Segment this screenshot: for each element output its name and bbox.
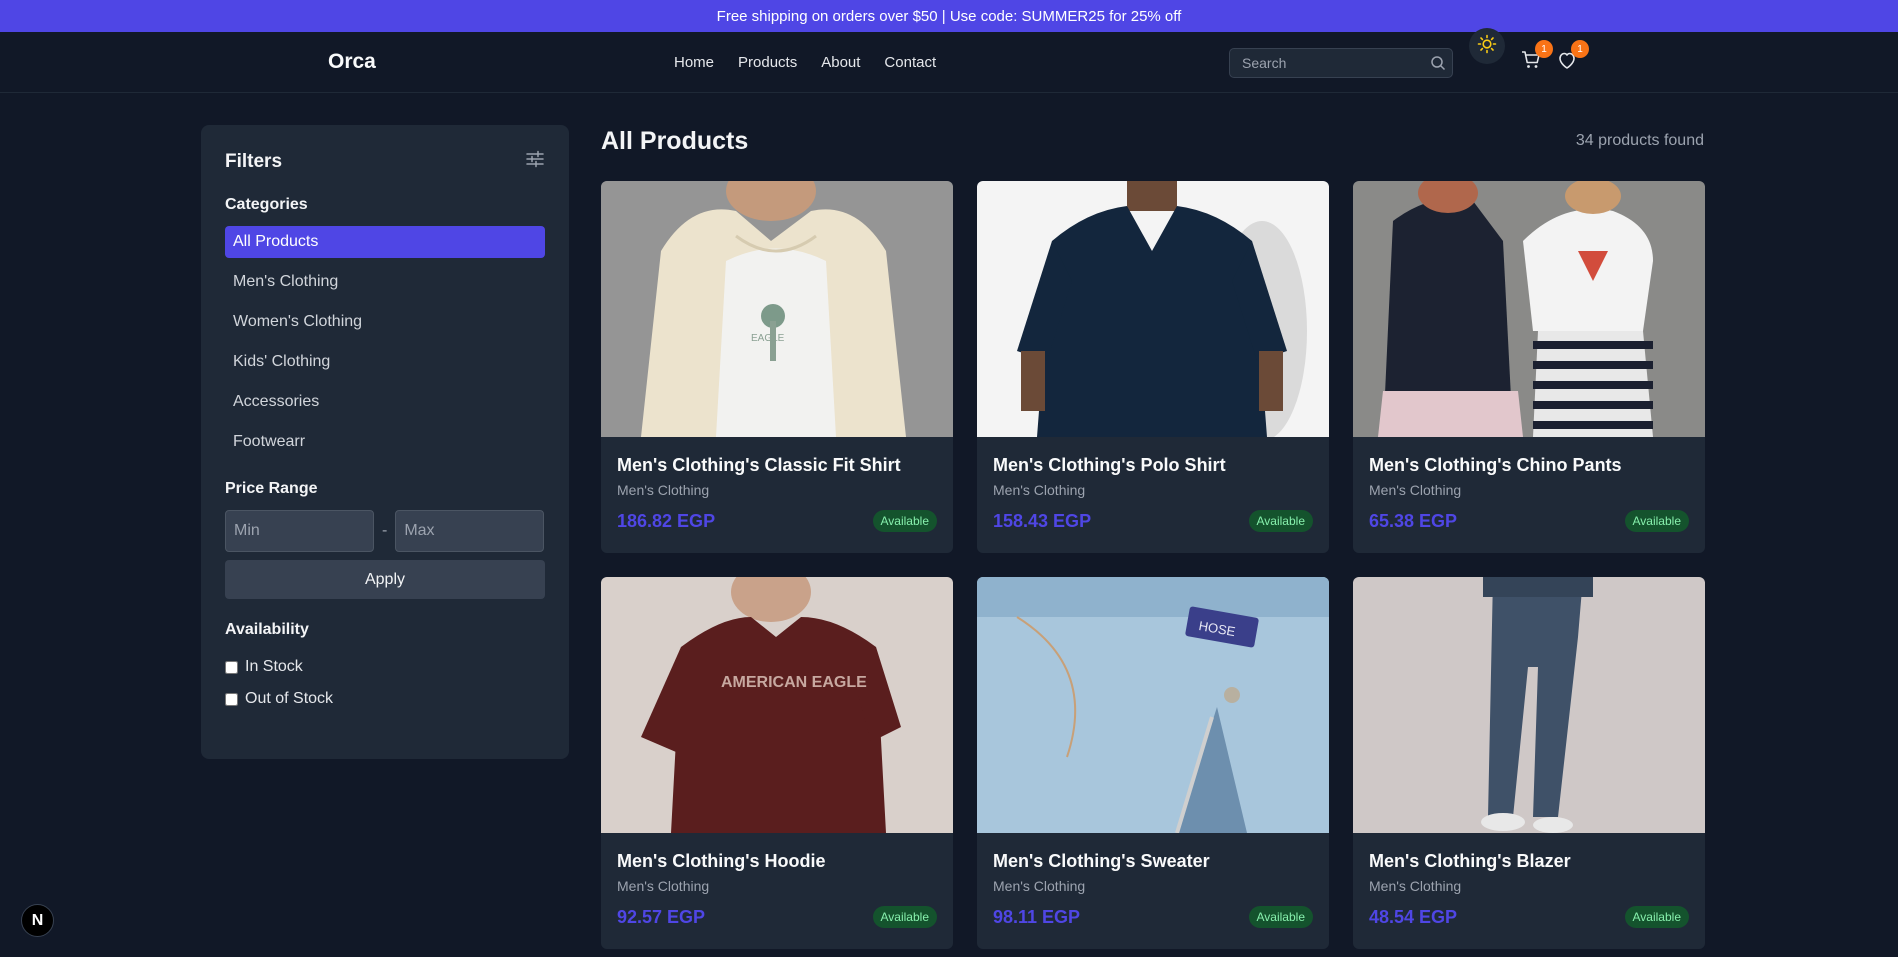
product-card[interactable]: Men's Clothing's Blazer Men's Clothing 4… (1353, 577, 1705, 949)
category-all-products[interactable]: All Products (225, 226, 545, 258)
product-image[interactable] (977, 181, 1329, 437)
filters-panel: Filters Categories All Products Men's Cl… (201, 125, 569, 759)
product-card[interactable]: Men's Clothing's Polo Shirt Men's Clothi… (977, 181, 1329, 553)
product-card[interactable]: Men's Clothing's Chino Pants Men's Cloth… (1353, 181, 1705, 553)
availability-badge: Available (1248, 906, 1313, 928)
filters-title: Filters (225, 150, 283, 172)
product-image[interactable] (1353, 181, 1705, 437)
product-category: Men's Clothing (1369, 482, 1462, 498)
search-icon[interactable] (1424, 49, 1452, 77)
price-range-inputs: - (225, 510, 545, 552)
product-price: 92.57 EGP (617, 906, 706, 927)
page-title: All Products (601, 127, 749, 155)
product-name[interactable]: Men's Clothing's Polo Shirt (993, 455, 1313, 476)
svg-text:EAGLE: EAGLE (751, 333, 785, 344)
promo-text: Free shipping on orders over $50 | Use c… (716, 7, 1182, 25)
product-name[interactable]: Men's Clothing's Chino Pants (1369, 455, 1689, 476)
product-card[interactable]: HOSE Men's Clothing's Sweater Men's Clot… (977, 577, 1329, 949)
category-footwear[interactable]: Footwearr (225, 426, 545, 458)
availability-badge: Available (872, 906, 937, 928)
product-image[interactable]: AMERICAN EAGLE (601, 577, 953, 833)
nav-link-products[interactable]: Products (738, 54, 797, 71)
product-price: 158.43 EGP (993, 510, 1092, 531)
in-stock-checkbox[interactable] (225, 660, 238, 674)
product-card[interactable]: EAGLE Men's Clothing's Classic Fit Shirt… (601, 181, 953, 553)
max-price-input[interactable] (395, 510, 545, 552)
nav-links: Home Products About Contact (674, 54, 936, 71)
product-category: Men's Clothing (993, 482, 1086, 498)
apply-button[interactable]: Apply (225, 560, 545, 599)
out-of-stock-label: Out of Stock (245, 690, 334, 707)
results-count: 34 products found (1575, 132, 1704, 149)
min-price-input[interactable] (225, 510, 374, 552)
price-range-heading: Price Range (225, 480, 318, 497)
product-price: 65.38 EGP (1369, 510, 1458, 531)
nav-link-home[interactable]: Home (674, 54, 714, 71)
category-womens-clothing[interactable]: Women's Clothing (225, 306, 545, 338)
product-price: 48.54 EGP (1369, 906, 1458, 927)
brand-logo[interactable]: Orca (328, 50, 376, 74)
out-of-stock-option[interactable]: Out of Stock (225, 683, 545, 715)
cart-button[interactable]: 1 (1518, 40, 1553, 75)
product-name[interactable]: Men's Clothing's Sweater (993, 851, 1313, 872)
nextjs-dev-indicator-icon[interactable]: N (21, 904, 54, 937)
availability-badge: Available (872, 510, 937, 532)
wishlist-count-badge: 1 (1571, 40, 1589, 58)
product-name[interactable]: Men's Clothing's Blazer (1369, 851, 1689, 872)
nav-link-contact[interactable]: Contact (884, 54, 936, 71)
wishlist-button[interactable]: 1 (1554, 40, 1589, 75)
category-mens-clothing[interactable]: Men's Clothing (225, 266, 545, 298)
product-category: Men's Clothing (1369, 878, 1462, 894)
availability-badge: Available (1248, 510, 1313, 532)
product-name[interactable]: Men's Clothing's Hoodie (617, 851, 937, 872)
category-kids-clothing[interactable]: Kids' Clothing (225, 346, 545, 378)
cart-count-badge: 1 (1535, 40, 1553, 58)
product-name[interactable]: Men's Clothing's Classic Fit Shirt (617, 455, 937, 476)
category-list: All Products Men's Clothing Women's Clot… (225, 226, 545, 458)
in-stock-label: In Stock (245, 658, 303, 675)
price-separator: - (382, 522, 388, 539)
promo-banner: Free shipping on orders over $50 | Use c… (0, 0, 1898, 32)
sliders-icon[interactable] (525, 149, 545, 174)
product-category: Men's Clothing (993, 878, 1086, 894)
availability-badge: Available (1624, 510, 1689, 532)
product-image[interactable]: EAGLE (601, 181, 953, 437)
search-box (1229, 48, 1453, 78)
product-category: Men's Clothing (617, 482, 710, 498)
category-accessories[interactable]: Accessories (225, 386, 545, 418)
top-navbar: Orca Home Products About Contact (0, 32, 1898, 93)
availability-badge: Available (1624, 906, 1689, 928)
categories-heading: Categories (225, 196, 308, 213)
product-image[interactable]: HOSE (977, 577, 1329, 833)
product-price: 98.11 EGP (993, 906, 1081, 927)
filters-header: Filters (225, 149, 545, 174)
search-input[interactable] (1230, 49, 1424, 77)
product-card[interactable]: AMERICAN EAGLE Men's Clothing's Hoodie M… (601, 577, 953, 949)
theme-toggle-button[interactable] (1469, 28, 1505, 64)
nav-link-about[interactable]: About (821, 54, 860, 71)
in-stock-option[interactable]: In Stock (225, 651, 545, 683)
svg-text:AMERICAN EAGLE: AMERICAN EAGLE (721, 674, 867, 691)
product-image[interactable] (1353, 577, 1705, 833)
out-of-stock-checkbox[interactable] (225, 692, 238, 706)
product-price: 186.82 EGP (617, 510, 716, 531)
availability-heading: Availability (225, 621, 309, 638)
sun-icon (1477, 34, 1497, 59)
product-category: Men's Clothing (617, 878, 710, 894)
